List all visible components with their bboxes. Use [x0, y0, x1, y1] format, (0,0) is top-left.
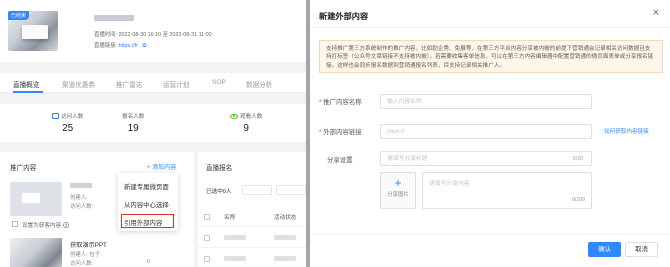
eye-icon — [230, 113, 238, 119]
redacted-cell — [224, 256, 246, 261]
share-description-field: 0/100 — [422, 172, 592, 209]
content-title: 获取演示PPT — [70, 242, 107, 249]
live-link-url[interactable]: https://fr — [119, 43, 138, 49]
signup-title: 直播报名 — [206, 165, 233, 172]
tab-coupons[interactable]: 渠道优惠券 — [62, 79, 95, 89]
tab-radar[interactable]: 推广雷达 — [116, 79, 142, 89]
tab-overview[interactable]: 直播概览 — [13, 79, 39, 89]
info-notice: 支持推广第三方系统制作的推广内容，比如励企秀、免展等，在第三方平台内容分享被内嵌… — [319, 40, 663, 73]
confirm-button[interactable]: 确认 — [588, 242, 621, 257]
name-field-label: * 推广内容名称 — [319, 99, 362, 106]
row-checkbox[interactable] — [204, 235, 210, 241]
tab-plan[interactable]: 运营计划 — [163, 79, 189, 89]
content-count: 0 — [147, 259, 150, 265]
add-content-button[interactable]: + 添加内容 — [147, 162, 176, 171]
redacted-cell — [224, 235, 246, 240]
share-description-counter: 0/100 — [572, 197, 585, 203]
stat-label: 报名人数 — [122, 114, 145, 120]
external-link-input[interactable] — [380, 124, 592, 139]
selected-count: 已选中0人 — [206, 189, 232, 195]
visitors-icon — [52, 113, 59, 119]
stat-value: 25 — [62, 123, 74, 134]
stat-visitors: 访问人数 25 — [52, 112, 83, 134]
menu-item-new-microsite[interactable]: 新建专属微页面 — [124, 182, 169, 191]
redacted-cell — [274, 235, 296, 240]
redacted-cell — [274, 256, 296, 261]
share-settings-label: 分享设置 — [327, 157, 353, 164]
batch-action-button[interactable] — [276, 185, 306, 195]
stat-viewers: 观看人数 9 — [230, 112, 262, 134]
table-row[interactable] — [198, 249, 306, 267]
content-creator: 创建人: 包子 — [70, 252, 100, 258]
live-time: 直播时间: 2022-08-30 16:10 至 2022-08-31 11:0… — [94, 30, 212, 38]
tab-sop[interactable]: SOP — [212, 79, 226, 86]
copy-icon[interactable]: ⧉ — [143, 43, 147, 49]
lead-magnet-checkbox[interactable] — [12, 221, 18, 227]
stat-value: 19 — [127, 123, 139, 134]
active-tab-indicator — [13, 91, 43, 93]
live-title-redacted — [94, 15, 134, 21]
close-icon[interactable]: × — [653, 7, 659, 19]
live-link: 直播链接: https://fr ⧉ — [94, 41, 146, 50]
help-icon[interactable]: ? — [63, 222, 70, 228]
tab-analytics[interactable]: 数据分析 — [246, 79, 272, 89]
dialog-title: 新建外部内容 — [319, 12, 369, 21]
select-all-checkbox[interactable] — [204, 214, 210, 220]
live-link-label: 直播链接: — [94, 43, 118, 49]
divider — [310, 27, 670, 28]
stat-signups: 报名人数 19 — [122, 112, 144, 134]
add-content-menu: 新建专属微页面 从内容中心选择 引用外部内容 — [118, 173, 178, 231]
stats-row: 访问人数 25 报名人数 19 观看人数 9 — [0, 104, 306, 142]
content-visitors: 访问人数: — [70, 204, 94, 210]
share-title-field: 0/20 — [380, 151, 592, 166]
signup-table-header: 名称 活动状态 — [198, 207, 306, 227]
link-field-label: * 外部内容链接 — [319, 129, 362, 136]
highlight-box — [121, 214, 174, 228]
content-name-input[interactable] — [380, 94, 592, 109]
upload-label: 分享图片 — [387, 192, 409, 198]
share-description-input[interactable] — [423, 173, 591, 208]
menu-item-from-content-center[interactable]: 从内容中心选择 — [124, 200, 169, 209]
plus-icon: + — [394, 176, 402, 190]
live-time-label: 直播时间: — [94, 32, 118, 38]
share-title-input[interactable] — [381, 152, 551, 165]
divider — [310, 234, 670, 235]
live-tabs: 直播概览 渠道优惠券 推广雷达 运营计划 SOP 数据分析 — [0, 73, 306, 93]
batch-action-button[interactable] — [242, 185, 272, 195]
content-thumbnail — [10, 182, 62, 216]
table-row[interactable] — [198, 228, 306, 248]
stat-label: 访问人数 — [61, 114, 84, 120]
cancel-button[interactable]: 取消 — [625, 242, 658, 257]
new-external-content-dialog: 新建外部内容 × 支持推广第三方系统制作的推广内容，比如励企秀、免展等，在第三方… — [310, 0, 670, 267]
live-header: 已结束 直播时间: 2022-08-30 16:10 至 2022-08-31 … — [0, 0, 306, 62]
content-visitors: 访问人数: — [70, 261, 94, 267]
share-image-upload[interactable]: + 分享图片 — [380, 172, 416, 209]
share-title-counter: 0/20 — [572, 156, 583, 162]
promo-title: 推广内容 — [10, 165, 37, 172]
content-creator: 创建人: — [70, 195, 88, 201]
live-detail-page: 已结束 直播时间: 2022-08-30 16:10 至 2022-08-31 … — [0, 0, 306, 267]
how-to-get-link[interactable]: 如何获取内容链接 — [604, 127, 649, 135]
row-checkbox[interactable] — [204, 256, 210, 262]
content-thumbnail — [10, 238, 62, 267]
lead-magnet-label: 设置为获客内容? — [22, 222, 70, 229]
live-status-badge: 已结束 — [8, 11, 30, 20]
stat-label: 观看人数 — [240, 114, 263, 120]
live-time-value: 2022-08-30 16:10 至 2022-08-31 11:00 — [118, 32, 212, 38]
col-status: 活动状态 — [274, 215, 297, 221]
content-title-redacted — [70, 183, 92, 188]
col-name: 名称 — [224, 215, 236, 221]
stat-value: 9 — [243, 123, 249, 134]
